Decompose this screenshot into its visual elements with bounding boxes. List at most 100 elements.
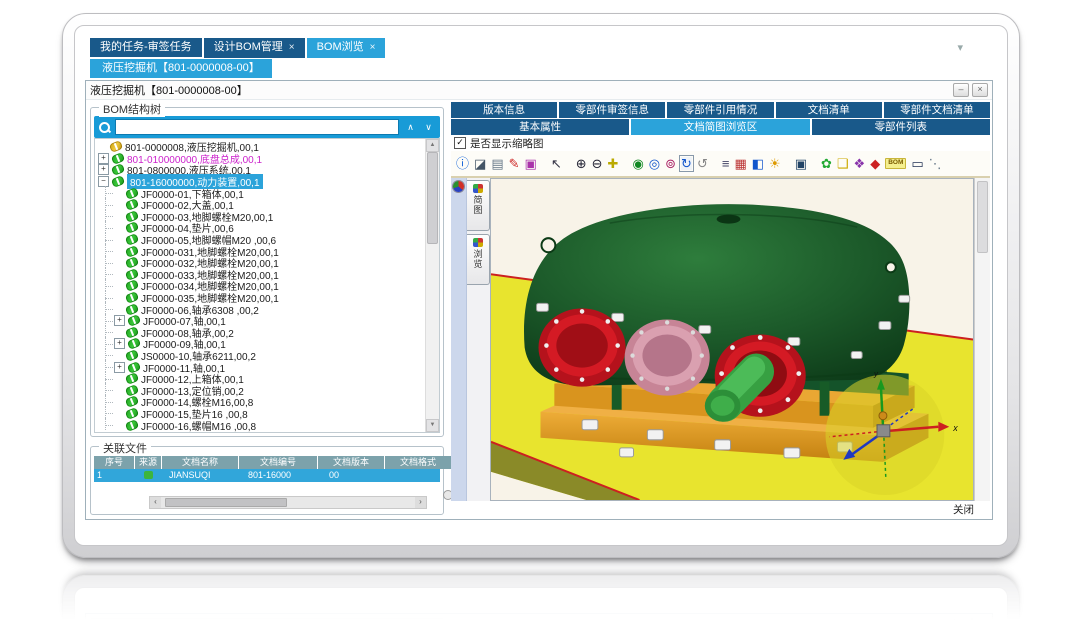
part-link-green-icon [126,409,138,418]
document-tab[interactable]: 液压挖掘机【801-0000008-00】 [90,59,272,78]
light-icon[interactable]: ☀ [769,157,781,170]
bom-tree-title: BOM结构树 [99,101,165,117]
side-tab-label: 浏览 [472,249,485,269]
info-tab[interactable]: 零部件列表 [812,119,990,135]
tree-item-label: JF0000-16,螺帽M16 ,00,8 [141,418,256,433]
part-link-green-icon [126,421,138,430]
thumbnail-checkbox[interactable]: ✓ [454,137,466,149]
info-tab[interactable]: 零部件文档清单 [884,102,990,118]
bom-tree-groupbox: BOM结构树 ∧ ∨ 801-0000008,液压挖掘机,00,1+801-01… [90,107,444,437]
info-icon[interactable]: ⓘ [456,157,469,170]
main-tab[interactable]: BOM浏览 × [307,38,386,58]
collapse-chevron-icon[interactable]: ▾ [957,41,963,54]
screen-view-icon[interactable]: ▭ [911,157,923,170]
part-link-green-icon [126,200,138,209]
info-tab[interactable]: 文档清单 [776,102,882,118]
part-link-yellow-icon [110,142,122,151]
explode-icon[interactable]: ✿ [821,157,832,170]
search-prev-button[interactable]: ∧ [404,120,417,134]
display-list-icon[interactable]: ≡ [722,157,730,170]
move-part-icon[interactable]: ❖ [854,157,866,170]
view-mode-pie-icon[interactable] [453,181,464,192]
more-tools-icon[interactable]: ⋱ [929,157,942,170]
viewer-toolbar: ⓘ ◪ ▤ ✎ ▣ ↖ ⊕ ⊖ ✚ ◉ ◎ ⊚ ↻ ↺ ≡ ▦ ◧ ☀ ▣ ✿ ❑ ❖ ◆ BOM ▭ ⋱ [451,151,990,178]
doc-preview-icon[interactable]: ◪ [474,157,486,170]
files-horizontal-scrollbar[interactable]: ‹ › [149,496,427,509]
document-tab-bar: 液压挖掘机【801-0000008-00】 [85,59,993,79]
undo-view-icon[interactable]: ↺ [697,157,708,170]
tree-scrollbar[interactable]: ▲ ▼ [425,139,439,432]
expand-icon[interactable]: + [114,315,125,326]
rotate-icon[interactable]: ↻ [681,157,692,170]
main-tab[interactable]: 我的任务-审签任务 [90,38,202,57]
scroll-left-icon[interactable]: ‹ [150,497,161,508]
info-tab[interactable]: 文档简图浏览区 [631,119,809,135]
zoom-fit-icon[interactable]: ✚ [608,157,619,170]
markup-icon[interactable]: ❑ [837,157,849,170]
part-link-green-icon [128,363,140,372]
viewport-scroll-thumb[interactable] [977,181,988,253]
tab-close-icon[interactable]: × [370,42,376,53]
part-link-green-icon [128,316,140,325]
main-tab-label: 我的任务-审签任务 [100,41,192,53]
main-tab-label: BOM浏览 [317,41,364,53]
tab-close-icon[interactable]: × [289,42,295,53]
zoom-dynamic-icon[interactable]: ◎ [649,157,660,170]
main-tab-label: 设计BOM管理 [214,41,283,53]
scroll-thumb[interactable] [427,152,438,244]
info-tab[interactable]: 基本属性 [451,119,629,135]
files-column-header: 文档版本 [318,456,385,469]
scroll-down-icon[interactable]: ▼ [426,419,439,432]
files-column-header: 文档编号 [239,456,318,469]
info-tab-row-1: 版本信息零部件审签信息零部件引用情况文档清单零部件文档清单 [451,102,990,118]
view-cube-icon[interactable]: ◧ [752,157,764,170]
stage: 我的任务-审签任务设计BOM管理×BOM浏览×▾ 液压挖掘机【801-00000… [0,0,1080,620]
snapshot-icon[interactable]: ▣ [795,157,807,170]
main-tab[interactable]: 设计BOM管理 × [204,38,305,58]
part-link-green-icon [126,397,138,406]
main-tab-bar: 我的任务-审签任务 设计BOM管理 × BOM浏览 × ▾ [85,38,993,58]
search-input[interactable] [115,119,399,135]
expand-icon[interactable]: + [98,153,109,164]
orbit-icon[interactable]: ⊚ [665,157,676,170]
part-link-green-icon [126,328,138,337]
bom-tree: 801-0000008,液压挖掘机,00,1+801-010000000,底盘总… [94,138,440,433]
expand-icon[interactable]: + [114,338,125,349]
expand-icon[interactable]: + [98,164,109,175]
window-reflection: 我的任务-审签任务设计BOM管理×BOM浏览×▾ 液压挖掘机【801-00000… [0,562,1080,620]
info-tab[interactable]: 零部件审签信息 [559,102,665,118]
expand-icon[interactable]: + [114,362,125,373]
info-tab[interactable]: 零部件引用情况 [667,102,773,118]
side-tab-icon [473,238,483,247]
search-next-button[interactable]: ∨ [422,120,435,134]
zoom-in-icon[interactable]: ⊕ [576,157,587,170]
info-tab-row-2: 基本属性文档简图浏览区零部件列表 [451,119,990,135]
print-icon[interactable]: ▤ [491,157,503,170]
close-button[interactable]: × [972,83,988,97]
scroll-right-icon[interactable]: › [415,497,426,508]
viewport-scrollbar[interactable] [974,178,990,501]
scroll-up-icon[interactable]: ▲ [426,139,439,152]
viewer-side-tab[interactable]: 简图 [467,180,490,231]
minimize-button[interactable]: – [953,83,969,97]
bom-icon[interactable]: BOM [885,158,906,169]
collapse-icon[interactable]: − [98,176,109,187]
files-table-row[interactable]: 1JIANSUQI801-1600000 [94,469,440,482]
files-column-header: 文档格式 [385,456,452,469]
select-cursor-icon[interactable]: ↖ [551,157,562,170]
part-link-green-icon [126,223,138,232]
close-viewer-button[interactable]: 关闭 [953,502,974,517]
gearbox-3d-scene: x y [491,179,973,500]
3d-viewport[interactable]: x y [490,178,974,501]
hscroll-thumb[interactable] [165,498,287,507]
zoom-out-icon[interactable]: ⊖ [592,157,603,170]
image-edit-icon[interactable]: ▣ [525,157,537,170]
measure-icon[interactable]: ▦ [734,157,746,170]
tree-item[interactable]: JF0000-16,螺帽M16 ,00,8 [114,419,423,431]
annotate-icon[interactable]: ✎ [509,157,520,170]
viewer-side-tab[interactable]: 浏览 [467,234,490,285]
info-tab[interactable]: 版本信息 [451,102,557,118]
zoom-window-icon[interactable]: ◉ [632,157,643,170]
files-column-header: 序号 [94,456,135,469]
section-icon[interactable]: ◆ [870,157,880,170]
